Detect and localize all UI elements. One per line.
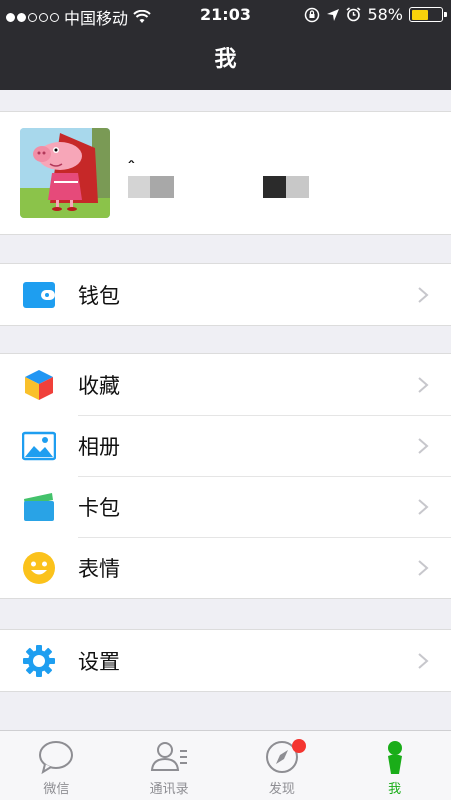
notification-badge — [291, 739, 306, 753]
chevron-right-icon — [418, 377, 429, 393]
menu-item-album[interactable]: 相册 — [0, 415, 451, 476]
tab-label: 通讯录 — [149, 782, 189, 797]
profile-card[interactable]: ꞈ — [0, 111, 451, 235]
menu-item-label: 表情 — [78, 556, 120, 581]
tab-label: 微信 — [43, 782, 70, 797]
tab-contacts[interactable]: 通讯录 — [113, 731, 226, 800]
menu-item-card[interactable]: 卡包 — [0, 476, 451, 537]
smiley-icon — [23, 552, 55, 584]
chevron-right-icon — [418, 287, 429, 303]
battery-percent: 58% — [367, 5, 403, 24]
chevron-right-icon — [418, 653, 429, 669]
wallet-icon — [23, 282, 55, 308]
alarm-clock-icon — [346, 7, 361, 22]
menu-item-label: 钱包 — [78, 283, 120, 308]
chevron-right-icon — [418, 499, 429, 515]
page-title: 我 — [0, 30, 451, 90]
orientation-lock-icon — [305, 7, 320, 22]
chat-bubble-icon — [39, 741, 74, 775]
menu-item-label: 收藏 — [78, 373, 120, 398]
tab-label: 发现 — [268, 782, 295, 797]
status-bar: 中国移动 21:03 58% — [0, 0, 451, 30]
person-icon — [387, 741, 402, 774]
menu-item-label: 卡包 — [78, 495, 120, 520]
menu-item-label: 相册 — [78, 434, 120, 459]
photo-icon — [22, 431, 56, 461]
settings-group: 设置 — [0, 629, 451, 692]
card-icon — [24, 493, 54, 521]
tab-bar: 微信 通讯录 发现 我 — [0, 730, 451, 800]
nickname: ꞈ — [128, 140, 135, 164]
contacts-icon — [151, 742, 188, 771]
chevron-right-icon — [418, 560, 429, 576]
location-arrow-icon — [327, 8, 340, 21]
wallet-group: 钱包 — [0, 263, 451, 326]
wechat-id-redacted — [128, 176, 174, 198]
gear-icon — [23, 645, 55, 677]
menu-item-favorites[interactable]: 收藏 — [0, 354, 451, 415]
menu-item-settings[interactable]: 设置 — [0, 630, 451, 691]
battery-icon — [409, 7, 447, 22]
qr-code-redacted — [263, 176, 309, 198]
tab-label: 我 — [388, 782, 402, 797]
menu-item-label: 设置 — [78, 649, 120, 674]
peppa-pig-avatar-icon — [20, 128, 110, 218]
tab-me[interactable]: 我 — [338, 731, 451, 800]
tab-discover[interactable]: 发现 — [226, 731, 339, 800]
chevron-right-icon — [418, 438, 429, 454]
content-group: 收藏 相册 卡包 表情 — [0, 353, 451, 599]
menu-item-wallet[interactable]: 钱包 — [0, 264, 451, 325]
cube-icon — [25, 370, 53, 400]
tab-chats[interactable]: 微信 — [0, 731, 113, 800]
menu-item-sticker[interactable]: 表情 — [0, 537, 451, 598]
